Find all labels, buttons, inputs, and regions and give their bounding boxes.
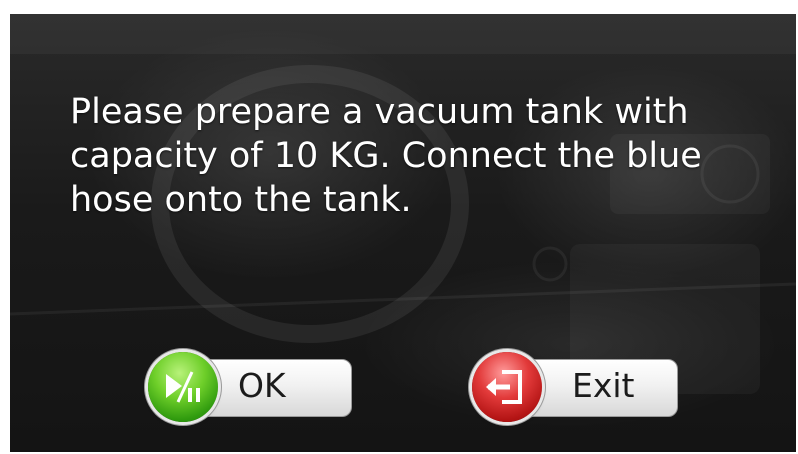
ok-button-label[interactable]: OK [238,366,286,405]
instruction-message: Please prepare a vacuum tank with capaci… [70,92,702,220]
dialog-screen: Please prepare a vacuum tank with capaci… [10,14,796,452]
play-pause-icon[interactable] [148,352,218,422]
exit-door-icon[interactable] [472,352,542,422]
exit-button[interactable]: Exit [472,352,678,422]
background-image [10,14,796,394]
ok-button[interactable]: OK [148,352,352,422]
exit-button-label[interactable]: Exit [572,366,635,405]
